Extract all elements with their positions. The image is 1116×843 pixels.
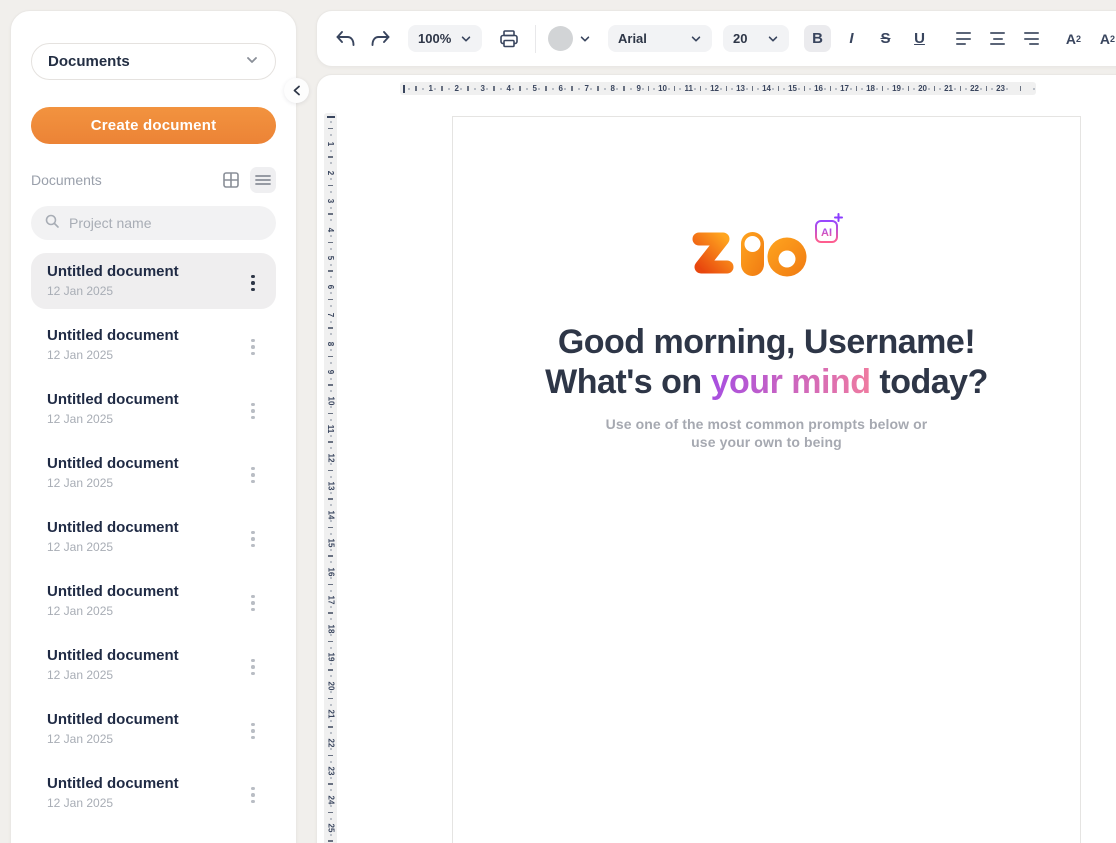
chevron-down-icon — [767, 33, 779, 45]
zoom-select[interactable]: 100% — [408, 25, 482, 52]
align-right-icon — [1024, 32, 1039, 45]
greeting-highlight: your mind — [711, 363, 871, 401]
document-list-header: Documents — [31, 167, 276, 193]
chevron-down-icon — [579, 33, 591, 45]
document-list-item[interactable]: Untitled document 12 Jan 2025 — [31, 445, 276, 501]
sidebar: Documents Create document Documents Unti… — [10, 10, 297, 843]
undo-button[interactable] — [331, 25, 359, 53]
zio-logo: AI — [691, 225, 843, 283]
kebab-menu-icon[interactable] — [244, 712, 262, 750]
align-center-button[interactable] — [984, 25, 1011, 52]
document-date: 12 Jan 2025 — [47, 348, 244, 362]
document-date: 12 Jan 2025 — [47, 796, 244, 810]
kebab-menu-icon[interactable] — [244, 456, 262, 494]
chevron-down-icon — [245, 53, 259, 71]
document-date: 12 Jan 2025 — [47, 540, 244, 554]
document-list-item[interactable]: Untitled document 12 Jan 2025 — [31, 701, 276, 757]
print-button[interactable] — [495, 25, 523, 53]
formatting-toolbar: 100% Arial 20 B I S U A2 A2 — [316, 10, 1116, 67]
kebab-menu-icon[interactable] — [244, 328, 262, 366]
document-title: Untitled document — [47, 646, 244, 666]
text-color-select[interactable] — [548, 26, 591, 51]
greeting-line2-prefix: What's on — [545, 363, 711, 401]
kebab-menu-icon[interactable] — [244, 520, 262, 558]
document-list-item[interactable]: Untitled document 12 Jan 2025 — [31, 573, 276, 629]
document-list-item[interactable]: Untitled document 12 Jan 2025 — [31, 765, 276, 821]
redo-button[interactable] — [366, 25, 394, 53]
document-list-item[interactable]: Untitled document 12 Jan 2025 — [31, 509, 276, 565]
document-title: Untitled document — [47, 774, 244, 794]
document-title: Untitled document — [47, 454, 244, 474]
document-list-item[interactable]: Untitled document 12 Jan 2025 — [31, 381, 276, 437]
color-swatch — [548, 26, 573, 51]
search-icon — [44, 213, 60, 234]
document-title: Untitled document — [47, 710, 244, 730]
superscript-button[interactable]: A2 — [1060, 25, 1087, 52]
align-right-button[interactable] — [1018, 25, 1045, 52]
zio-logo-mark — [691, 225, 809, 283]
document-date: 12 Jan 2025 — [47, 732, 244, 746]
align-center-icon — [990, 32, 1005, 45]
document-title: Untitled document — [47, 326, 244, 346]
greeting-line2-suffix: today? — [870, 363, 987, 401]
chevron-down-icon — [460, 33, 472, 45]
document-list-item[interactable]: Untitled document 12 Jan 2025 — [31, 317, 276, 373]
editor-area: 1234567891011121314151617181920212223 12… — [316, 74, 1116, 843]
svg-text:AI: AI — [821, 227, 832, 239]
document-date: 12 Jan 2025 — [47, 668, 244, 682]
chevron-down-icon — [690, 33, 702, 45]
font-family-value: Arial — [618, 31, 647, 46]
toolbar-divider — [535, 25, 536, 53]
subtitle-line2: use your own to being — [691, 434, 842, 450]
subscript-button[interactable]: A2 — [1094, 25, 1116, 52]
document-page[interactable]: AI Good morning, Username! What's on you… — [452, 116, 1081, 843]
kebab-menu-icon[interactable] — [244, 392, 262, 430]
subtitle-line1: Use one of the most common prompts below… — [606, 416, 928, 432]
document-date: 12 Jan 2025 — [47, 476, 244, 490]
collection-select[interactable]: Documents — [31, 43, 276, 80]
greeting-line1: Good morning, Username! — [558, 323, 975, 361]
underline-button[interactable]: U — [906, 25, 933, 52]
font-size-select[interactable]: 20 — [723, 25, 789, 52]
document-title: Untitled document — [47, 582, 244, 602]
document-title: Untitled document — [47, 390, 244, 410]
collection-select-value: Documents — [48, 53, 130, 70]
grid-view-icon[interactable] — [218, 167, 244, 193]
align-left-button[interactable] — [950, 25, 977, 52]
kebab-menu-icon[interactable] — [244, 776, 262, 814]
create-document-button[interactable]: Create document — [31, 107, 276, 144]
horizontal-ruler[interactable]: 1234567891011121314151617181920212223 — [400, 82, 1036, 95]
document-title: Untitled document — [47, 262, 244, 282]
search-input[interactable] — [69, 215, 263, 231]
document-date: 12 Jan 2025 — [47, 412, 244, 426]
document-list-item[interactable]: Untitled document 12 Jan 2025 — [31, 253, 276, 309]
font-size-value: 20 — [733, 31, 747, 46]
sidebar-collapse-button[interactable] — [284, 78, 309, 103]
align-left-icon — [956, 32, 971, 45]
kebab-menu-icon[interactable] — [244, 264, 262, 302]
search-field[interactable] — [31, 206, 276, 240]
document-list-item[interactable]: Untitled document 12 Jan 2025 — [31, 637, 276, 693]
greeting-heading: Good morning, Username! What's on your m… — [453, 322, 1080, 402]
list-view-icon[interactable] — [250, 167, 276, 193]
strikethrough-button[interactable]: S — [872, 25, 899, 52]
document-list: Untitled document 12 Jan 2025 Untitled d… — [31, 253, 276, 821]
document-date: 12 Jan 2025 — [47, 604, 244, 618]
vertical-ruler[interactable]: 1234567891011121314151617181920212223242… — [324, 113, 337, 843]
view-toggle — [218, 167, 276, 193]
ai-badge-icon: AI — [813, 213, 843, 245]
document-date: 12 Jan 2025 — [47, 284, 244, 298]
zoom-value: 100% — [418, 31, 451, 46]
kebab-menu-icon[interactable] — [244, 584, 262, 622]
kebab-menu-icon[interactable] — [244, 648, 262, 686]
bold-button[interactable]: B — [804, 25, 831, 52]
document-title: Untitled document — [47, 518, 244, 538]
document-list-label: Documents — [31, 172, 218, 188]
font-family-select[interactable]: Arial — [608, 25, 712, 52]
italic-button[interactable]: I — [838, 25, 865, 52]
greeting-subtitle: Use one of the most common prompts below… — [453, 415, 1080, 451]
